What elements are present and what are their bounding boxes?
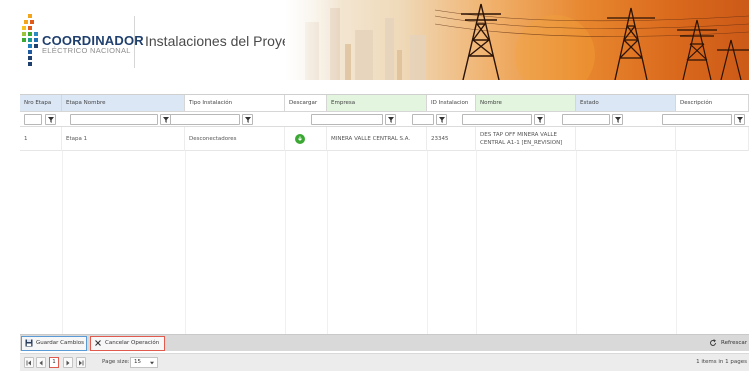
first-page-icon	[26, 360, 31, 366]
column-header-nombre[interactable]: Nombre	[476, 95, 576, 111]
filter-icon	[48, 117, 54, 123]
first-page-button[interactable]	[24, 357, 34, 368]
page-size-value: 15	[134, 359, 141, 365]
cancel-operation-label: Cancelar Operación	[105, 340, 160, 346]
column-header-descripcion[interactable]: Descripción	[676, 95, 749, 111]
grid-empty-area	[20, 151, 749, 335]
column-header-id-instalacion[interactable]: ID Instalacion	[427, 95, 476, 111]
filter-icon	[439, 117, 445, 123]
cell-estado	[576, 127, 676, 151]
filter-input-nro-etapa[interactable]	[24, 114, 42, 125]
filter-input-empresa[interactable]	[311, 114, 383, 125]
last-page-button[interactable]	[76, 357, 86, 368]
column-divider	[185, 151, 186, 335]
refresh-icon	[710, 339, 716, 346]
filter-icon	[537, 117, 543, 123]
column-divider	[576, 151, 577, 335]
column-header-tipo-instalacion[interactable]: Tipo Instalación	[185, 95, 285, 111]
column-header-descargar[interactable]: Descargar	[285, 95, 327, 111]
refresh-label: Refrescar	[721, 340, 747, 346]
filter-button-nombre[interactable]	[534, 114, 545, 125]
cell-descripcion	[676, 127, 749, 151]
filter-icon	[163, 117, 169, 123]
close-icon	[95, 340, 101, 346]
filter-input-id-instalacion[interactable]	[412, 114, 434, 125]
page-title: Instalaciones del Proyecto	[145, 33, 309, 49]
save-changes-button[interactable]: Guardar Cambios	[21, 336, 87, 351]
save-icon	[25, 339, 33, 347]
filter-input-estado[interactable]	[562, 114, 610, 125]
cell-tipo-instalacion: Desconectadores	[185, 127, 285, 151]
chevron-down-icon	[150, 361, 154, 365]
cell-id-instalacion: 23345	[427, 127, 476, 151]
logo-mark-icon	[22, 14, 40, 72]
grid-toolbar: Guardar Cambios Cancelar Operación Refre…	[20, 334, 749, 351]
filter-button-empresa[interactable]	[385, 114, 396, 125]
filter-button-estado[interactable]	[612, 114, 623, 125]
refresh-button[interactable]: Refrescar	[709, 336, 747, 351]
column-divider	[676, 151, 677, 335]
column-header-etapa-nombre[interactable]: Etapa Nombre	[62, 95, 185, 111]
filter-input-etapa-nombre[interactable]	[70, 114, 158, 125]
filter-icon	[388, 117, 394, 123]
power-lines-banner-image	[285, 0, 749, 80]
filter-icon	[737, 117, 743, 123]
header-divider	[134, 16, 135, 68]
column-divider	[476, 151, 477, 335]
cell-nro-etapa: 1	[20, 127, 62, 151]
page-size-select[interactable]: 15	[130, 357, 158, 368]
current-page-number[interactable]: 1	[49, 357, 59, 368]
filter-input-descripcion[interactable]	[662, 114, 732, 125]
filter-button-descripcion[interactable]	[734, 114, 745, 125]
download-icon[interactable]	[295, 134, 305, 144]
grid-header-row: Nro Etapa Etapa Nombre Tipo Instalación …	[20, 95, 749, 112]
filter-button-tipo-instalacion[interactable]	[242, 114, 253, 125]
save-changes-label: Guardar Cambios	[36, 340, 84, 346]
filter-button-nro-etapa[interactable]	[45, 114, 56, 125]
cell-nombre: DES TAP OFF MINERA VALLE CENTRAL A1-1 [E…	[476, 127, 576, 151]
filter-input-tipo-instalacion[interactable]	[170, 114, 240, 125]
cell-etapa-nombre: Etapa 1	[62, 127, 185, 151]
filter-icon	[245, 117, 251, 123]
last-page-icon	[79, 360, 84, 366]
grid-filter-row	[20, 112, 749, 127]
column-header-empresa[interactable]: Empresa	[327, 95, 427, 111]
cell-descargar	[285, 127, 327, 151]
coordinador-logo: COORDINADOR ELÉCTRICO NACIONAL	[22, 14, 144, 74]
column-divider	[327, 151, 328, 335]
page-size-label: Page size:	[102, 359, 130, 365]
column-divider	[427, 151, 428, 335]
table-row[interactable]: 1 Etapa 1 Desconectadores MINERA VALLE C…	[20, 127, 749, 151]
pager-items-info: 1 items in 1 pages	[696, 359, 747, 365]
previous-page-icon	[39, 360, 43, 366]
installations-grid: Nro Etapa Etapa Nombre Tipo Instalación …	[20, 94, 749, 335]
next-page-button[interactable]	[63, 357, 73, 368]
logo-subtitle: ELÉCTRICO NACIONAL	[42, 46, 131, 55]
column-divider	[62, 151, 63, 335]
filter-icon	[615, 117, 621, 123]
app-header: COORDINADOR ELÉCTRICO NACIONAL Instalaci…	[0, 0, 749, 82]
column-header-estado[interactable]: Estado	[576, 95, 676, 111]
column-header-nro-etapa[interactable]: Nro Etapa	[20, 95, 62, 111]
cancel-operation-button[interactable]: Cancelar Operación	[90, 336, 165, 351]
previous-page-button[interactable]	[36, 357, 46, 368]
filter-input-nombre[interactable]	[462, 114, 532, 125]
grid-pager: 1 Page size: 15 1 items in 1 pages	[20, 353, 749, 371]
next-page-icon	[66, 360, 70, 366]
filter-button-id-instalacion[interactable]	[436, 114, 447, 125]
cell-empresa: MINERA VALLE CENTRAL S.A.	[327, 127, 427, 151]
column-divider	[285, 151, 286, 335]
